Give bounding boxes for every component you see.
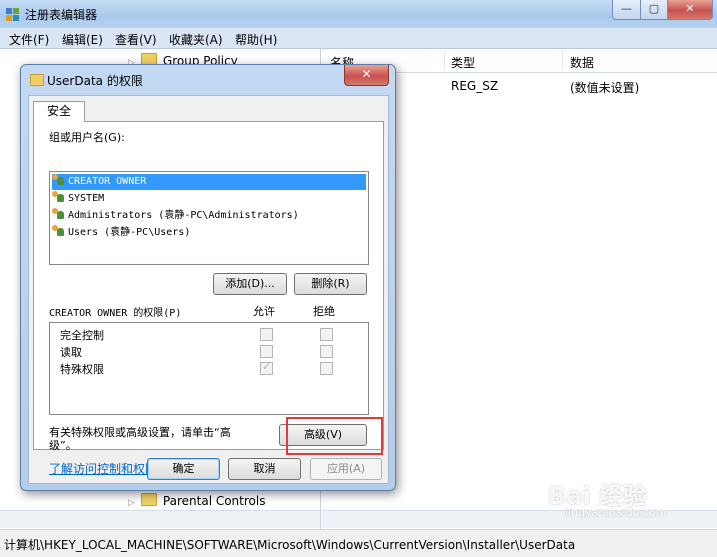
tree-horizontal-scrollbar[interactable] bbox=[0, 510, 320, 528]
dialog-close-button[interactable]: ✕ bbox=[344, 65, 389, 86]
dialog-body: 安全 组或用户名(G): CREATOR OWNER SYSTEM Admini… bbox=[28, 95, 389, 484]
tree-item-parental-controls[interactable]: ▷ Parental Controls bbox=[128, 493, 265, 508]
deny-read-checkbox[interactable] bbox=[320, 345, 333, 358]
user-group-icon bbox=[52, 191, 65, 203]
regedit-app-icon bbox=[6, 8, 19, 21]
user-item-users[interactable]: Users (袁静-PC\Users) bbox=[52, 225, 366, 241]
user-group-icon bbox=[52, 225, 65, 237]
watermark-url: jingyan.baidu.com bbox=[565, 506, 667, 519]
close-button[interactable]: ✕ bbox=[667, 0, 713, 20]
minimize-button[interactable]: — bbox=[612, 0, 641, 20]
row-type: REG_SZ bbox=[451, 79, 499, 93]
user-list[interactable]: CREATOR OWNER SYSTEM Administrators (袁静-… bbox=[49, 171, 369, 265]
group-or-user-label: 组或用户名(G): bbox=[49, 131, 125, 144]
window-title: 注册表编辑器 bbox=[25, 8, 98, 22]
user-name: Users (袁静-PC\Users) bbox=[68, 227, 191, 238]
menu-edit[interactable]: 编辑(E) bbox=[62, 31, 103, 48]
menu-bar: 文件(F) 编辑(E) 查看(V) 收藏夹(A) 帮助(H) bbox=[0, 28, 717, 49]
status-path: 计算机\HKEY_LOCAL_MACHINE\SOFTWARE\Microsof… bbox=[4, 538, 576, 552]
allow-special-checkbox[interactable] bbox=[260, 360, 273, 375]
menu-help[interactable]: 帮助(H) bbox=[235, 31, 277, 48]
deny-special-checkbox[interactable] bbox=[320, 362, 333, 375]
user-item-administrators[interactable]: Administrators (袁静-PC\Administrators) bbox=[52, 208, 366, 224]
user-name: Administrators (袁静-PC\Administrators) bbox=[68, 210, 299, 221]
maximize-button[interactable]: ▢ bbox=[640, 0, 668, 20]
column-divider[interactable] bbox=[444, 51, 445, 70]
remove-button[interactable]: 删除(R) bbox=[294, 273, 367, 295]
user-group-icon bbox=[52, 208, 65, 220]
permissions-dialog: UserData 的权限 ✕ 安全 组或用户名(G): CREATOR OWNE… bbox=[20, 64, 396, 491]
deny-full-control-checkbox[interactable] bbox=[320, 328, 333, 341]
permissions-label: CREATOR OWNER 的权限(P) bbox=[49, 308, 182, 319]
user-name: CREATOR OWNER bbox=[68, 176, 147, 187]
highlight-box bbox=[286, 417, 383, 455]
deny-column-header: 拒绝 bbox=[313, 305, 335, 318]
user-item-creator-owner[interactable]: CREATOR OWNER bbox=[52, 174, 366, 190]
dialog-title: UserData 的权限 bbox=[47, 74, 143, 88]
permissions-list[interactable]: 完全控制 读取 特殊权限 bbox=[49, 322, 369, 415]
menu-file[interactable]: 文件(F) bbox=[9, 31, 49, 48]
expand-arrow-icon[interactable]: ▷ bbox=[128, 498, 135, 508]
tab-security[interactable]: 安全 bbox=[33, 101, 85, 122]
title-bar[interactable]: 注册表编辑器 — ▢ ✕ bbox=[0, 0, 717, 28]
permission-read: 读取 bbox=[60, 346, 82, 359]
allow-read-checkbox[interactable] bbox=[260, 345, 273, 358]
apply-button[interactable]: 应用(A) bbox=[310, 458, 382, 480]
column-data-header[interactable]: 数据 bbox=[570, 54, 594, 71]
tree-item-label: Parental Controls bbox=[162, 494, 266, 508]
allow-full-control-checkbox[interactable] bbox=[260, 328, 273, 341]
add-button[interactable]: 添加(D)... bbox=[213, 273, 287, 295]
column-divider[interactable] bbox=[562, 51, 563, 70]
row-data: (数值未设置) bbox=[570, 81, 640, 95]
allow-column-header: 允许 bbox=[253, 305, 275, 318]
user-name: SYSTEM bbox=[68, 193, 105, 204]
cancel-button[interactable]: 取消 bbox=[228, 458, 301, 480]
user-group-icon bbox=[52, 174, 65, 186]
column-type-header[interactable]: 类型 bbox=[451, 54, 475, 71]
folder-icon bbox=[30, 74, 44, 86]
menu-favorites[interactable]: 收藏夹(A) bbox=[169, 31, 223, 48]
help-link[interactable]: 了解访问控制和权限 bbox=[49, 460, 157, 477]
menu-view[interactable]: 查看(V) bbox=[115, 31, 157, 48]
advanced-info-text-line2: 级”。 bbox=[49, 439, 77, 452]
status-bar: 计算机\HKEY_LOCAL_MACHINE\SOFTWARE\Microsof… bbox=[0, 529, 717, 557]
security-tab-panel: 组或用户名(G): CREATOR OWNER SYSTEM Administr… bbox=[33, 121, 384, 476]
folder-icon bbox=[140, 493, 157, 506]
ok-button[interactable]: 确定 bbox=[147, 458, 220, 480]
permission-special: 特殊权限 bbox=[60, 363, 104, 376]
permission-full-control: 完全控制 bbox=[60, 329, 104, 342]
user-item-system[interactable]: SYSTEM bbox=[52, 191, 366, 207]
